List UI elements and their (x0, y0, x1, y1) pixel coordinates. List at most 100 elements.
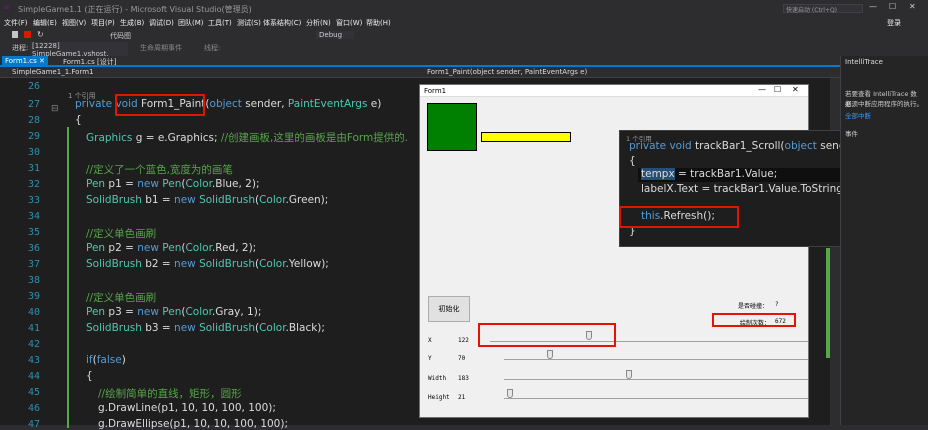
form-close-button[interactable]: ✕ (792, 85, 799, 94)
process-label: 进程: (12, 44, 29, 52)
line-number: 30 (27, 147, 40, 158)
init-button[interactable]: 初始化 (428, 296, 470, 322)
debug-toolbar: ↻ 代码图 Debug (0, 30, 928, 41)
form-minimize-button[interactable]: — (758, 85, 766, 94)
events-label: 事件 (845, 130, 858, 138)
line-number: 42 (27, 339, 40, 350)
collapse-icon[interactable]: ⊟ (51, 104, 59, 114)
menu-window[interactable]: 窗口(W) (336, 18, 362, 28)
restart-icon[interactable]: ↻ (37, 30, 44, 39)
green-rectangle (427, 103, 477, 151)
line-number: 43 (27, 355, 40, 366)
pause-icon[interactable] (12, 31, 18, 38)
line-number: 34 (27, 211, 40, 222)
process-toolbar: 进程: [12228] SimpleGame1.vshost. 生命周期事件 线… (0, 41, 928, 58)
slider-y-thumb[interactable] (546, 350, 553, 359)
popup-line-tempx: tempx = trackBar1.Value; (641, 168, 778, 180)
line-number: 27 (27, 99, 40, 110)
menu-help[interactable]: 帮助(H) (366, 18, 391, 28)
highlight-draw-count (712, 313, 796, 327)
slider-width-label: Width (428, 375, 447, 382)
member-dropdown[interactable]: Form1_Paint(object sender, PaintEventArg… (427, 68, 587, 76)
code-line-45: //绘制简单的直线，矩形，圆形 (98, 388, 242, 400)
config-select[interactable]: Debug (316, 31, 355, 39)
code-line-32: Pen p1 = new Pen(Color.Blue, 2); (86, 178, 260, 190)
tab-form1-designer[interactable]: Form1.cs [设计] (60, 56, 120, 67)
line-number: 46 (27, 403, 40, 414)
slider-height-thumb[interactable] (507, 389, 514, 398)
popup-line-label: labelX.Text = trackBar1.Value.ToString()… (641, 183, 855, 195)
break-all-link[interactable]: 全部中断 (845, 110, 871, 120)
popup-brace-open: { (629, 155, 636, 167)
line-number: 33 (27, 195, 40, 206)
class-dropdown[interactable]: SimpleGame1_1.Form1 (12, 68, 93, 76)
form-maximize-button[interactable]: ☐ (774, 85, 781, 94)
menu-debug[interactable]: 调试(D) (149, 18, 174, 28)
line-number: 38 (27, 275, 40, 286)
menu-edit[interactable]: 编辑(E) (33, 18, 57, 28)
collide-value: ? (775, 301, 779, 308)
scrollbar-marker (826, 248, 830, 358)
form-title: Form1 (424, 87, 447, 95)
slider-width-thumb[interactable] (625, 370, 632, 379)
line-number: 37 (27, 259, 40, 270)
code-line-36: Pen p2 = new Pen(Color.Red, 2); (86, 242, 257, 254)
line-number: 44 (27, 371, 40, 382)
menu-architecture[interactable]: 体系结构(C) (263, 18, 301, 28)
code-line-28: { (75, 114, 82, 126)
highlight-refresh (619, 206, 739, 228)
code-line-46: g.DrawLine(p1, 10, 10, 100, 100); (98, 402, 276, 414)
change-marker (67, 127, 69, 428)
code-line-35: //定义单色画刷 (86, 228, 157, 240)
close-button[interactable]: ✕ (909, 2, 916, 11)
code-line-29: Graphics g = e.Graphics; //创建画板,这里的画板是由F… (86, 132, 409, 144)
slider-y-track[interactable] (504, 359, 808, 360)
intellitrace-panel: IntelliTrace 若要查看 IntelliTrace 数据， 必须中断应… (840, 56, 928, 425)
collide-label: 是否碰撞： (738, 303, 769, 310)
menu-view[interactable]: 视图(V) (62, 18, 86, 28)
code-map-button[interactable]: 代码图 (110, 31, 131, 41)
form-title-bar: Form1 — ☐ ✕ (420, 85, 808, 97)
window-title: SimpleGame1.1 (正在运行) - Microsoft Visual … (18, 5, 252, 14)
slider-y-value: 70 (458, 355, 466, 362)
code-line-37: SolidBrush b2 = new SolidBrush(Color.Yel… (86, 258, 329, 270)
slider-height-label: Height (428, 394, 450, 401)
document-tabs: Form1.cs ✕ Form1.cs [设计] (0, 56, 840, 67)
line-number: 41 (27, 323, 40, 334)
slider-width-track[interactable] (504, 379, 808, 380)
slider-x-label: X (428, 337, 432, 344)
quick-launch-input[interactable]: 快速启动 (Ctrl+Q) (783, 4, 863, 14)
login-link[interactable]: 登录 (887, 18, 901, 28)
navigation-bar: SimpleGame1_1.Form1 Form1_Paint(object s… (0, 67, 840, 78)
vs-logo-icon: ∞ (3, 3, 11, 13)
code-line-47: g.DrawEllipse(p1, 10, 10, 100, 100); (98, 418, 288, 430)
tab-form1-cs[interactable]: Form1.cs ✕ (2, 56, 48, 67)
line-number: 26 (27, 81, 40, 92)
code-line-33: SolidBrush b1 = new SolidBrush(Color.Gre… (86, 194, 329, 206)
menu-analyze[interactable]: 分析(N) (306, 18, 331, 28)
menu-project[interactable]: 项目(P) (91, 18, 115, 28)
slider-height-track[interactable] (504, 398, 808, 399)
menu-tools[interactable]: 工具(T) (208, 18, 232, 28)
menu-file[interactable]: 文件(F) (4, 18, 28, 28)
thread-label: 线程: (204, 44, 221, 52)
menu-build[interactable]: 生成(B) (120, 18, 144, 28)
stop-icon[interactable] (24, 31, 31, 38)
code-line-41: SolidBrush b3 = new SolidBrush(Color.Bla… (86, 322, 325, 334)
menu-team[interactable]: 团队(M) (178, 18, 204, 28)
line-number: 32 (27, 179, 40, 190)
slider-height-value: 21 (458, 394, 466, 401)
menu-test[interactable]: 测试(S) (237, 18, 261, 28)
code-line-39: //定义单色画刷 (86, 292, 157, 304)
line-number: 28 (27, 115, 40, 126)
line-number: 35 (27, 227, 40, 238)
line-number: 45 (27, 387, 40, 398)
line-number: 39 (27, 291, 40, 302)
slider-width-value: 183 (458, 375, 469, 382)
line-number: 40 (27, 307, 40, 318)
slider-y-label: Y (428, 355, 432, 362)
maximize-button[interactable]: ☐ (889, 2, 896, 11)
minimize-button[interactable]: — (869, 2, 877, 11)
line-number: 29 (27, 131, 40, 142)
slider-x-value: 122 (458, 337, 469, 344)
